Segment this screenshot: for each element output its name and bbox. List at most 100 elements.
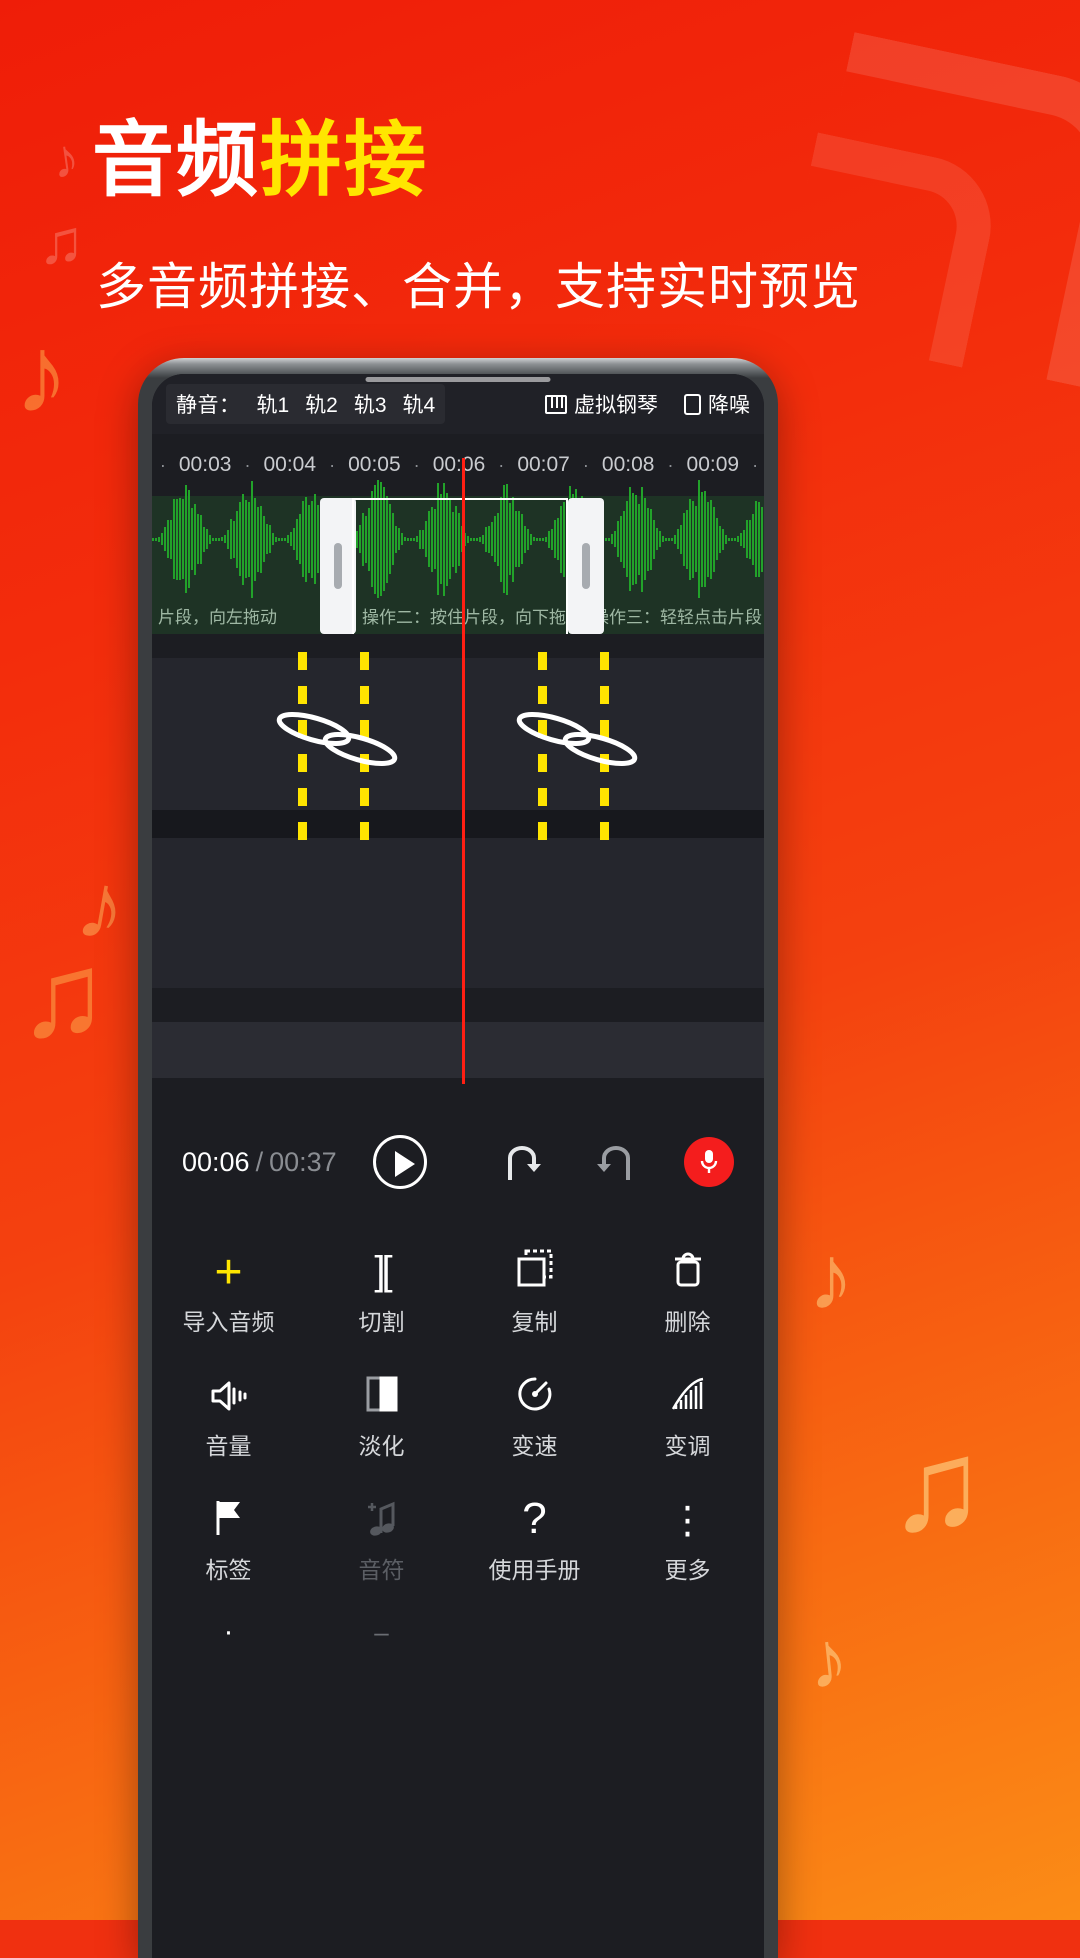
ruler-label-2: 00:05 [348, 453, 401, 476]
mute-track-2[interactable]: 轨2 [305, 389, 338, 419]
tool-partial-1[interactable]: · [152, 1602, 305, 1652]
tool-partial-3[interactable] [458, 1602, 611, 1652]
dot-icon: · [223, 1615, 234, 1648]
music-note-decoration-icon: ♫ [888, 1412, 986, 1558]
tool-row-4-partial: · – [152, 1602, 764, 1652]
audio-track-2[interactable] [152, 658, 764, 810]
track-gap [152, 988, 764, 1022]
ruler-tick: · [244, 454, 251, 475]
drag-gesture-annotation-2 [516, 711, 638, 767]
audio-track-3[interactable] [152, 838, 764, 988]
trash-icon [671, 1247, 705, 1289]
mute-track-1[interactable]: 轨1 [257, 389, 290, 419]
tool-speed[interactable]: 变速 [458, 1354, 611, 1478]
waveform [152, 480, 764, 604]
transport-right [500, 1137, 734, 1187]
ruler-label-1: 00:04 [263, 453, 317, 476]
tool-tag[interactable]: 标签 [152, 1478, 305, 1602]
clip-hint-right: 操作三：轻轻点击片段，拖动 [592, 608, 764, 627]
ruler-label-4: 00:07 [517, 453, 570, 476]
music-note-icon [364, 1495, 400, 1537]
app-toolbar-right: 虚拟钢琴 降噪 [545, 389, 750, 419]
tool-row-2: 音量 淡化 变速 变调 [152, 1354, 764, 1478]
ruler-label-0: 00:03 [178, 453, 232, 476]
selection-handle-left[interactable] [320, 498, 356, 634]
ruler-label-6: 00:09 [686, 453, 740, 476]
music-note-decoration-icon: ♪ [14, 313, 69, 436]
mute-track-3[interactable]: 轨3 [354, 389, 387, 419]
tool-pitch[interactable]: 变调 [611, 1354, 764, 1478]
tool-label: 导入音频 [182, 1309, 275, 1335]
tool-partial-2[interactable]: – [305, 1602, 458, 1652]
app-toolbar: 静音： 轨1 轨2 轨3 轨4 虚拟钢琴 降噪 [152, 374, 764, 434]
ruler-tick: · [667, 454, 674, 475]
phone-frame: 静音： 轨1 轨2 轨3 轨4 虚拟钢琴 降噪 · 00:03 · 00:04 … [138, 358, 778, 1958]
ruler-label-3: 00:06 [432, 453, 486, 476]
tool-row-1: + 导入音频 ][ 切割 复制 删除 [152, 1230, 764, 1354]
record-button[interactable] [683, 1137, 734, 1187]
fade-icon [364, 1371, 400, 1413]
play-button[interactable] [373, 1135, 428, 1189]
current-time: 00:06 [182, 1146, 250, 1177]
track-gap [152, 634, 764, 658]
clip-hint-left: 片段，向左拖动 [158, 608, 277, 627]
tool-label: 淡化 [358, 1433, 405, 1459]
tool-volume[interactable]: 音量 [152, 1354, 305, 1478]
tool-grid: + 导入音频 ][ 切割 复制 删除 音量 淡化 变速 变调 标签 音符 ? 使… [152, 1222, 764, 1652]
transport-bar: 00:06 / 00:37 [152, 1114, 764, 1210]
timeline-ruler[interactable]: · 00:03 · 00:04 · 00:05 · 00:06 · 00:07 … [152, 434, 764, 496]
music-note-decoration-icon: ♪ [803, 1613, 853, 1706]
ruler-tick: · [582, 454, 589, 475]
promo-title: 音频拼接 [92, 120, 428, 202]
phone-screen: 静音： 轨1 轨2 轨3 轨4 虚拟钢琴 降噪 · 00:03 · 00:04 … [152, 374, 764, 1958]
clip-hint-mid: 操作二：按住片段，向下拖动， [362, 608, 600, 627]
undo-icon[interactable] [500, 1142, 546, 1182]
selection-handle-right[interactable] [568, 498, 604, 634]
audio-track-4[interactable] [152, 1022, 764, 1078]
tool-manual[interactable]: ? 使用手册 [458, 1478, 611, 1602]
tool-label: 音量 [205, 1433, 252, 1459]
tool-label: 音符 [358, 1557, 405, 1583]
help-icon: ? [522, 1494, 547, 1543]
virtual-piano-label: 虚拟钢琴 [574, 394, 658, 417]
mute-track-group[interactable]: 静音： 轨1 轨2 轨3 轨4 [166, 384, 446, 424]
music-note-decoration-icon: ♫ [38, 208, 85, 277]
noise-reduction-toggle[interactable]: 降噪 [684, 389, 750, 419]
tool-copy[interactable]: 复制 [458, 1230, 611, 1354]
dash-icon: – [374, 1617, 389, 1647]
music-note-decoration-icon: ♪ [808, 1227, 854, 1329]
speedometer-icon [516, 1371, 554, 1413]
split-icon: ][ [374, 1249, 392, 1293]
tool-label: 标签 [205, 1557, 252, 1583]
audio-track-1[interactable]: 片段，向左拖动 操作二：按住片段，向下拖动， 操作三：轻轻点击片段，拖动 [152, 480, 764, 634]
drag-gesture-annotation-1 [276, 711, 398, 767]
more-icon: ⋮ [668, 1500, 707, 1542]
ruler-tick: · [413, 454, 420, 475]
mute-label: 静音： [176, 394, 241, 417]
flag-icon [211, 1495, 247, 1537]
tool-more[interactable]: ⋮ 更多 [611, 1478, 764, 1602]
virtual-piano-button[interactable]: 虚拟钢琴 [545, 389, 658, 419]
tool-label: 变速 [511, 1433, 558, 1459]
redo-icon[interactable] [592, 1142, 638, 1182]
total-time: 00:37 [269, 1146, 337, 1177]
checkbox-icon [684, 393, 701, 415]
playhead[interactable] [462, 458, 465, 1084]
track-gap [152, 810, 764, 838]
tool-split[interactable]: ][ 切割 [305, 1230, 458, 1354]
tool-fade[interactable]: 淡化 [305, 1354, 458, 1478]
tool-partial-4[interactable] [611, 1602, 764, 1652]
audio-clip[interactable]: 片段，向左拖动 操作二：按住片段，向下拖动， 操作三：轻轻点击片段，拖动 [152, 480, 764, 634]
mute-track-4[interactable]: 轨4 [403, 389, 436, 419]
tool-delete[interactable]: 删除 [611, 1230, 764, 1354]
ruler-tick: · [752, 454, 759, 475]
tool-music-note[interactable]: 音符 [305, 1478, 458, 1602]
ruler-tick: · [498, 454, 505, 475]
tool-row-3: 标签 音符 ? 使用手册 ⋮ 更多 [152, 1478, 764, 1602]
tool-import-audio[interactable]: + 导入音频 [152, 1230, 305, 1354]
tool-label: 更多 [664, 1557, 711, 1583]
copy-icon [516, 1247, 554, 1289]
tool-label: 使用手册 [488, 1557, 581, 1583]
microphone-icon [700, 1150, 718, 1173]
promo-title-yellow: 拼接 [260, 115, 429, 206]
